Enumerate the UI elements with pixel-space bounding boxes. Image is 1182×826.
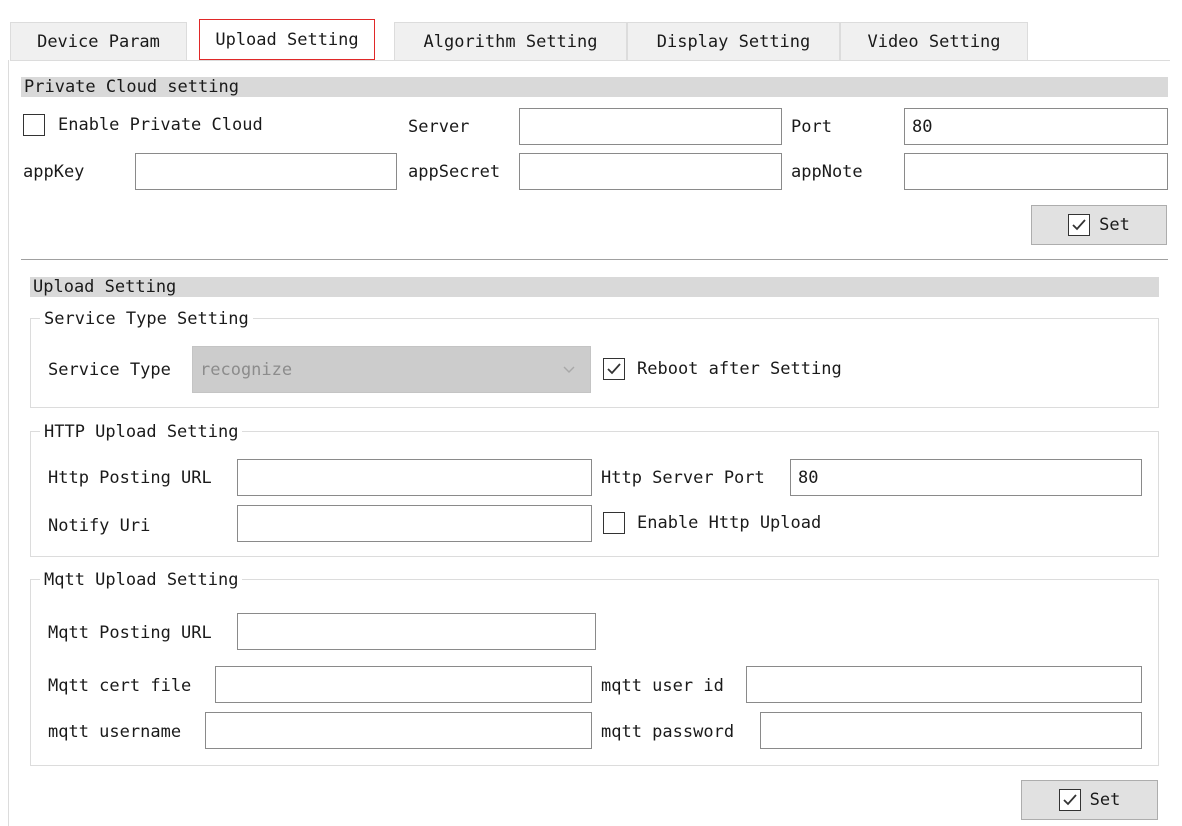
appkey-label: appKey (23, 162, 85, 182)
mqtt-upload-group-title: Mqtt Upload Setting (40, 569, 243, 591)
section-private-cloud: Private Cloud setting (21, 77, 1168, 97)
appsecret-label: appSecret (408, 162, 501, 182)
tab-label: Upload Setting (215, 29, 359, 50)
tab-device-param[interactable]: Device Param (10, 22, 187, 60)
section-upload-setting: Upload Setting (30, 277, 1159, 297)
mqtt-password-label: mqtt password (601, 722, 735, 742)
checkmark-icon (1058, 789, 1081, 811)
mqtt-user-id-input[interactable] (746, 666, 1142, 703)
enable-http-upload-label: Enable Http Upload (637, 513, 822, 533)
tab-upload-setting[interactable]: Upload Setting (199, 19, 375, 60)
service-type-dropdown[interactable]: recognize (192, 346, 591, 393)
appnote-label: appNote (791, 162, 863, 182)
appnote-input[interactable] (904, 153, 1168, 190)
port-input[interactable] (904, 108, 1168, 145)
tab-label: Algorithm Setting (423, 31, 598, 52)
http-upload-group-title: HTTP Upload Setting (40, 421, 243, 443)
mqtt-cert-file-label: Mqtt cert file (48, 676, 192, 696)
private-cloud-set-button[interactable]: Set (1031, 205, 1167, 245)
notify-uri-input[interactable] (237, 505, 592, 542)
http-server-port-label: Http Server Port (601, 468, 765, 488)
service-type-group-title: Service Type Setting (40, 308, 253, 330)
section-title: Private Cloud setting (24, 77, 239, 97)
mqtt-posting-url-label: Mqtt Posting URL (48, 623, 212, 643)
tab-display-setting[interactable]: Display Setting (627, 22, 840, 60)
tab-label: Video Setting (867, 31, 1001, 52)
section-divider (21, 259, 1168, 260)
http-server-port-input[interactable] (790, 459, 1142, 496)
enable-http-upload-checkbox[interactable] (603, 512, 625, 534)
panel-left-border (8, 60, 9, 826)
checkmark-icon (607, 363, 621, 375)
enable-private-cloud-label: Enable Private Cloud (58, 115, 263, 135)
tab-algorithm-setting[interactable]: Algorithm Setting (394, 22, 627, 60)
section-title: Upload Setting (33, 277, 177, 297)
mqtt-posting-url-input[interactable] (237, 613, 596, 650)
enable-private-cloud-checkbox[interactable] (23, 114, 45, 136)
mqtt-password-input[interactable] (760, 712, 1142, 749)
chevron-down-icon (563, 366, 575, 373)
http-posting-url-label: Http Posting URL (48, 468, 212, 488)
mqtt-user-id-label: mqtt user id (601, 676, 724, 696)
set-button-label: Set (1089, 790, 1121, 810)
service-type-value: recognize (200, 359, 293, 380)
tab-video-setting[interactable]: Video Setting (840, 22, 1028, 60)
tab-label: Device Param (37, 31, 160, 52)
upload-set-button[interactable]: Set (1021, 780, 1158, 820)
mqtt-cert-file-input[interactable] (215, 666, 592, 703)
notify-uri-label: Notify Uri (48, 516, 151, 536)
http-posting-url-input[interactable] (237, 459, 592, 496)
server-input[interactable] (519, 108, 782, 145)
tab-strip-border (10, 60, 1170, 61)
tab-label: Display Setting (656, 31, 811, 52)
set-button-label: Set (1099, 215, 1130, 235)
checkmark-icon (1068, 214, 1091, 236)
reboot-after-setting-checkbox[interactable] (603, 358, 625, 380)
appkey-input[interactable] (135, 153, 397, 190)
port-label: Port (791, 117, 832, 137)
service-type-label: Service Type (48, 360, 171, 380)
reboot-after-setting-label: Reboot after Setting (637, 359, 842, 379)
appsecret-input[interactable] (519, 153, 782, 190)
mqtt-username-input[interactable] (205, 712, 592, 749)
server-label: Server (408, 117, 470, 137)
mqtt-username-label: mqtt username (48, 722, 182, 742)
